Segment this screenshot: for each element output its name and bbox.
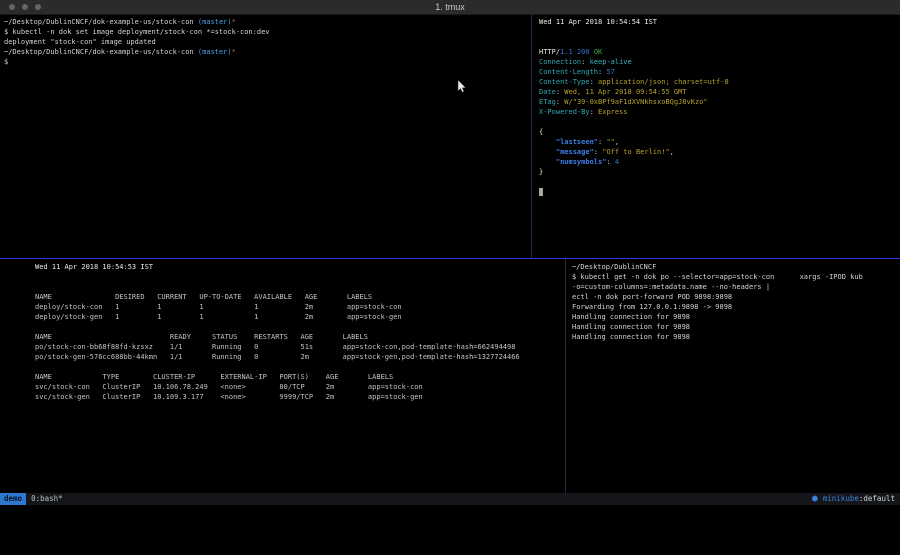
terminal-line <box>539 27 900 37</box>
pane-divider-vertical-top[interactable] <box>531 14 532 258</box>
kube-namespace: :default <box>859 494 895 503</box>
terminal-line: ectl -n dok port-forward POD 9898:9898 <box>572 292 900 302</box>
tmux-pane-bottom-right-port-forward[interactable]: ~/Desktop/DublinCNCF$ kubectl get -n dok… <box>566 259 900 493</box>
window-title: 1. tmux <box>0 0 900 14</box>
terminal-line <box>35 282 565 292</box>
terminal-line: Content-Type: application/json; charset=… <box>539 77 900 87</box>
terminal-line: NAME READY STATUS RESTARTS AGE LABELS <box>35 332 565 342</box>
terminal-window: 1. tmux ~/Desktop/DublinCNCF/dok-example… <box>0 0 900 505</box>
terminal-line: "lastseen": "", <box>539 137 900 147</box>
mouse-cursor-icon <box>457 78 466 97</box>
terminal-line: svc/stock-gen ClusterIP 10.109.3.177 <no… <box>35 392 565 402</box>
tmux-pane-top-right-http-response[interactable]: Wed 11 Apr 2018 10:54:54 IST HTTP/1.1 200… <box>532 14 900 258</box>
traffic-lights <box>9 4 41 10</box>
terminal-line: NAME DESIRED CURRENT UP-TO-DATE AVAILABL… <box>35 292 565 302</box>
terminal-line: ~/Desktop/DublinCNCF/dok-example-us/stoc… <box>4 17 531 27</box>
terminal-line <box>539 177 900 187</box>
terminal-line: Connection: keep-alive <box>539 57 900 67</box>
terminal-line: "message": "Off to Berlin!", <box>539 147 900 157</box>
terminal-line: deploy/stock-gen 1 1 1 1 2m app=stock-ge… <box>35 312 565 322</box>
terminal-line: po/stock-gen-576cc688bb-44kmn 1/1 Runnin… <box>35 352 565 362</box>
tmux-pane-bottom-left-kubectl-watch[interactable]: Wed 11 Apr 2018 10:54:53 IST NAME DESIRED… <box>0 259 565 493</box>
terminal-line: Content-Length: 57 <box>539 67 900 77</box>
minimize-button-icon[interactable] <box>22 4 28 10</box>
terminal-line: Date: Wed, 11 Apr 2018 09:54:55 GMT <box>539 87 900 97</box>
pane-divider-vertical-bottom[interactable] <box>565 259 566 493</box>
window-list-item: 0:bash* <box>31 493 63 505</box>
terminal-line: HTTP/1.1 200 OK <box>539 47 900 57</box>
terminal-line <box>35 362 565 372</box>
terminal-line: Handling connection for 9898 <box>572 322 900 332</box>
minikube-hexagon-icon: ⬢ <box>812 494 819 503</box>
tmux-pane-top-left-shell[interactable]: ~/Desktop/DublinCNCF/dok-example-us/stoc… <box>0 14 531 258</box>
terminal-line: ~/Desktop/DublinCNCF <box>572 262 900 272</box>
terminal-line: { <box>539 127 900 137</box>
kube-context-name: minikube <box>823 494 859 503</box>
terminal-line <box>539 37 900 47</box>
terminal-line: Handling connection for 9898 <box>572 332 900 342</box>
terminal-line: Forwarding from 127.0.0.1:9898 -> 9898 <box>572 302 900 312</box>
terminal-line: Handling connection for 9898 <box>572 312 900 322</box>
terminal-line: Wed 11 Apr 2018 10:54:54 IST <box>539 17 900 27</box>
terminal-line <box>539 117 900 127</box>
terminal-line: NAME TYPE CLUSTER-IP EXTERNAL-IP PORT(S)… <box>35 372 565 382</box>
close-button-icon[interactable] <box>9 4 15 10</box>
pane-divider-horizontal[interactable] <box>0 258 900 259</box>
status-right: ⬢ minikube:default <box>812 493 900 505</box>
terminal-line: } <box>539 167 900 177</box>
session-name-badge: demo <box>0 493 26 505</box>
screen: 1. tmux ~/Desktop/DublinCNCF/dok-example… <box>0 0 900 555</box>
terminal-line: ETag: W/"39-0xBPf9aF1dXVNkhsxoBQgJ8vKzo" <box>539 97 900 107</box>
zoom-button-icon[interactable] <box>35 4 41 10</box>
terminal-line: svc/stock-con ClusterIP 10.106.78.249 <n… <box>35 382 565 392</box>
tmux-status-bar: demo 0:bash* ⬢ minikube:default <box>0 493 900 505</box>
terminal-line: ~/Desktop/DublinCNCF/dok-example-us/stoc… <box>4 47 531 57</box>
terminal-line <box>35 272 565 282</box>
terminal-line: $ kubectl -n dok set image deployment/st… <box>4 27 531 37</box>
terminal-line: $ kubectl get -n dok po --selector=app=s… <box>572 272 900 282</box>
terminal-line <box>35 322 565 332</box>
terminal-line: $ <box>4 57 531 67</box>
terminal-line: po/stock-con-bb68f88fd-kzsxz 1/1 Running… <box>35 342 565 352</box>
terminal-line: deployment "stock-con" image updated <box>4 37 531 47</box>
terminal-line: Wed 11 Apr 2018 10:54:53 IST <box>35 262 565 272</box>
terminal-line: "numsymbols": 4 <box>539 157 900 167</box>
titlebar: 1. tmux <box>0 0 900 15</box>
terminal-line: X-Powered-By: Express <box>539 107 900 117</box>
terminal-line: deploy/stock-con 1 1 1 1 2m app=stock-co… <box>35 302 565 312</box>
terminal-line <box>539 187 900 197</box>
terminal-line: -o=custom-columns=:metadata.name --no-he… <box>572 282 900 292</box>
